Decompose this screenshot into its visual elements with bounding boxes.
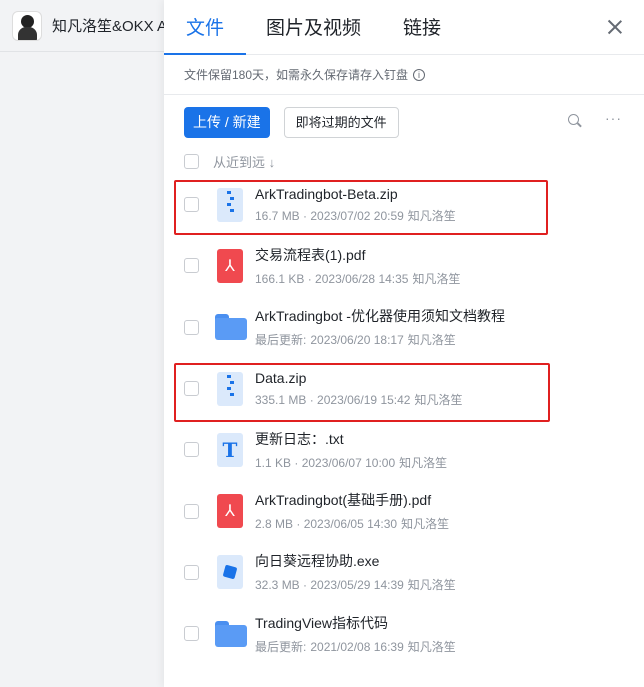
toolbar: 上传 / 新建 即将过期的文件 ··· bbox=[164, 95, 644, 149]
file-size: 2.8 MB bbox=[255, 517, 294, 532]
file-row[interactable]: T 更新日志：.txt 1.1 KB2023/06/07 10:00 知凡洛笙 bbox=[164, 419, 644, 480]
file-meta: ArkTradingbot(基础手册).pdf 2.8 MB2023/06/05 … bbox=[255, 490, 449, 532]
file-info: 1.1 KB2023/06/07 10:00 知凡洛笙 bbox=[255, 454, 447, 471]
file-checkbox[interactable] bbox=[184, 381, 199, 397]
file-row[interactable]: 向日葵远程协助.exe 32.3 MB2023/05/29 14:39知凡洛笙 bbox=[164, 542, 644, 603]
file-checkbox[interactable] bbox=[184, 503, 199, 519]
file-checkbox[interactable] bbox=[184, 258, 199, 274]
expiring-files-button[interactable]: 即将过期的文件 bbox=[283, 106, 399, 138]
file-owner: 知凡洛笙 bbox=[399, 455, 448, 470]
file-row[interactable]: ArkTradingbot -优化器使用须知文档教程 最后更新: 2023/06/2… bbox=[164, 297, 644, 358]
file-size: 16.7 MB bbox=[255, 208, 300, 223]
upload-new-button[interactable]: 上传 / 新建 bbox=[184, 106, 270, 138]
chat-title: 知凡洛笙&OKX A bbox=[52, 18, 164, 35]
file-row[interactable]: TradingView指标代码 最后更新: 2021/02/08 16:39 知凡洛笙 bbox=[164, 603, 644, 664]
file-checkbox[interactable] bbox=[184, 442, 199, 458]
file-date: 2023/06/07 10:00 bbox=[291, 456, 395, 470]
pdf-file-icon: ⅄ bbox=[215, 248, 245, 283]
file-name[interactable]: 交易流程表(1).pdf bbox=[255, 245, 460, 265]
file-size: 最后更新: bbox=[255, 333, 307, 348]
file-size: 166.1 KB bbox=[255, 271, 305, 286]
file-info: 335.1 MB2023/06/19 15:42 知凡洛笙 bbox=[255, 391, 462, 408]
tab-images-videos[interactable]: 图片及视频 bbox=[266, 13, 361, 54]
file-name[interactable]: TradingView指标代码 bbox=[255, 613, 456, 633]
folder-icon bbox=[215, 617, 247, 651]
file-date: 2021/02/08 16:39 bbox=[310, 639, 404, 654]
file-date: 2023/06/05 14:30 bbox=[293, 517, 397, 531]
file-list: ArkTradingbot-Beta.zip 16.7 MB2023/07/02 … bbox=[164, 174, 644, 664]
tab-links[interactable]: 链接 bbox=[403, 13, 441, 54]
file-date: 2023/06/20 18:17 bbox=[310, 333, 404, 348]
file-info: 最后更新: 2021/02/08 16:39 知凡洛笙 bbox=[255, 638, 456, 655]
file-owner: 知凡洛笙 bbox=[407, 639, 456, 654]
chat-header: 知凡洛笙&OKX A bbox=[0, 0, 164, 52]
file-checkbox[interactable] bbox=[184, 319, 199, 335]
file-row[interactable]: ⅄ 交易流程表(1).pdf 166.1 KB2023/06/28 14:35 知凡洛… bbox=[164, 235, 644, 296]
retention-notice-text: 文件保留180天，如需永久保存请存入钉盘 bbox=[184, 68, 409, 82]
file-owner: 知凡洛笙 bbox=[401, 517, 450, 532]
close-icon[interactable] bbox=[606, 18, 624, 36]
file-size: 32.3 MB bbox=[255, 578, 300, 593]
file-owner: 知凡洛笙 bbox=[414, 392, 463, 407]
folder-icon bbox=[215, 310, 247, 344]
file-info: 16.7 MB2023/07/02 20:59知凡洛笙 bbox=[255, 207, 456, 224]
file-name[interactable]: ArkTradingbot(基础手册).pdf bbox=[255, 490, 449, 510]
file-owner: 知凡洛笙 bbox=[407, 333, 456, 348]
txt-file-icon: T bbox=[215, 432, 245, 467]
file-meta: ArkTradingbot-Beta.zip 16.7 MB2023/07/02 … bbox=[255, 186, 456, 224]
file-date: 2023/07/02 20:59 bbox=[300, 209, 404, 223]
file-info: 166.1 KB2023/06/28 14:35 知凡洛笙 bbox=[255, 270, 460, 287]
file-checkbox[interactable] bbox=[184, 564, 199, 580]
file-row[interactable]: ArkTradingbot-Beta.zip 16.7 MB2023/07/02 … bbox=[164, 174, 644, 235]
file-meta: 更新日志：.txt 1.1 KB2023/06/07 10:00 知凡洛笙 bbox=[255, 429, 447, 471]
more-icon[interactable]: ··· bbox=[605, 111, 622, 125]
file-owner: 知凡洛笙 bbox=[407, 578, 456, 593]
file-owner: 知凡洛笙 bbox=[407, 208, 456, 223]
zip-file-icon bbox=[215, 187, 245, 222]
file-owner: 知凡洛笙 bbox=[412, 271, 461, 286]
file-checkbox[interactable] bbox=[184, 197, 199, 213]
file-date: 2023/06/28 14:35 bbox=[304, 272, 408, 286]
file-name[interactable]: 更新日志：.txt bbox=[255, 429, 447, 449]
file-name[interactable]: ArkTradingbot -优化器使用须知文档教程 bbox=[255, 306, 505, 326]
search-icon[interactable] bbox=[568, 114, 582, 128]
pdf-file-icon: ⅄ bbox=[215, 494, 245, 529]
file-info: 32.3 MB2023/05/29 14:39知凡洛笙 bbox=[255, 576, 456, 593]
file-name[interactable]: 向日葵远程协助.exe bbox=[255, 551, 456, 571]
file-row[interactable]: ⅄ ArkTradingbot(基础手册).pdf 2.8 MB2023/06/05… bbox=[164, 480, 644, 541]
exe-file-icon bbox=[215, 555, 245, 590]
file-info: 2.8 MB2023/06/05 14:30 知凡洛笙 bbox=[255, 515, 449, 532]
select-all-checkbox[interactable] bbox=[184, 153, 199, 169]
file-checkbox[interactable] bbox=[184, 626, 199, 642]
file-size: 最后更新: bbox=[255, 639, 307, 654]
file-meta: 交易流程表(1).pdf 166.1 KB2023/06/28 14:35 知凡洛笙 bbox=[255, 245, 460, 287]
tab-files[interactable]: 文件 bbox=[163, 13, 247, 55]
tab-bar: 文件 图片及视频 链接 bbox=[163, 0, 644, 55]
zip-file-icon bbox=[215, 371, 245, 406]
file-meta: Data.zip 335.1 MB2023/06/19 15:42 知凡洛笙 bbox=[255, 370, 462, 408]
info-icon[interactable]: i bbox=[413, 68, 426, 81]
file-name[interactable]: Data.zip bbox=[255, 370, 462, 386]
sort-bar: 从近到远 ↓ bbox=[164, 149, 644, 173]
file-date: 2023/05/29 14:39 bbox=[300, 578, 404, 592]
avatar[interactable] bbox=[12, 10, 42, 41]
file-date: 2023/06/19 15:42 bbox=[306, 393, 410, 407]
file-size: 335.1 MB bbox=[255, 392, 307, 407]
file-meta: ArkTradingbot -优化器使用须知文档教程 最后更新: 2023/06/2… bbox=[255, 306, 505, 348]
file-meta: TradingView指标代码 最后更新: 2021/02/08 16:39 知凡洛笙 bbox=[255, 613, 456, 655]
sort-order-toggle[interactable]: 从近到远 ↓ bbox=[213, 152, 275, 171]
retention-notice: 文件保留180天，如需永久保存请存入钉盘 i bbox=[164, 55, 644, 95]
file-size: 1.1 KB bbox=[255, 455, 292, 470]
file-info: 最后更新: 2023/06/20 18:17 知凡洛笙 bbox=[255, 331, 505, 348]
file-row[interactable]: Data.zip 335.1 MB2023/06/19 15:42 知凡洛笙 bbox=[164, 358, 644, 419]
file-meta: 向日葵远程协助.exe 32.3 MB2023/05/29 14:39知凡洛笙 bbox=[255, 551, 456, 593]
file-name[interactable]: ArkTradingbot-Beta.zip bbox=[255, 186, 456, 202]
